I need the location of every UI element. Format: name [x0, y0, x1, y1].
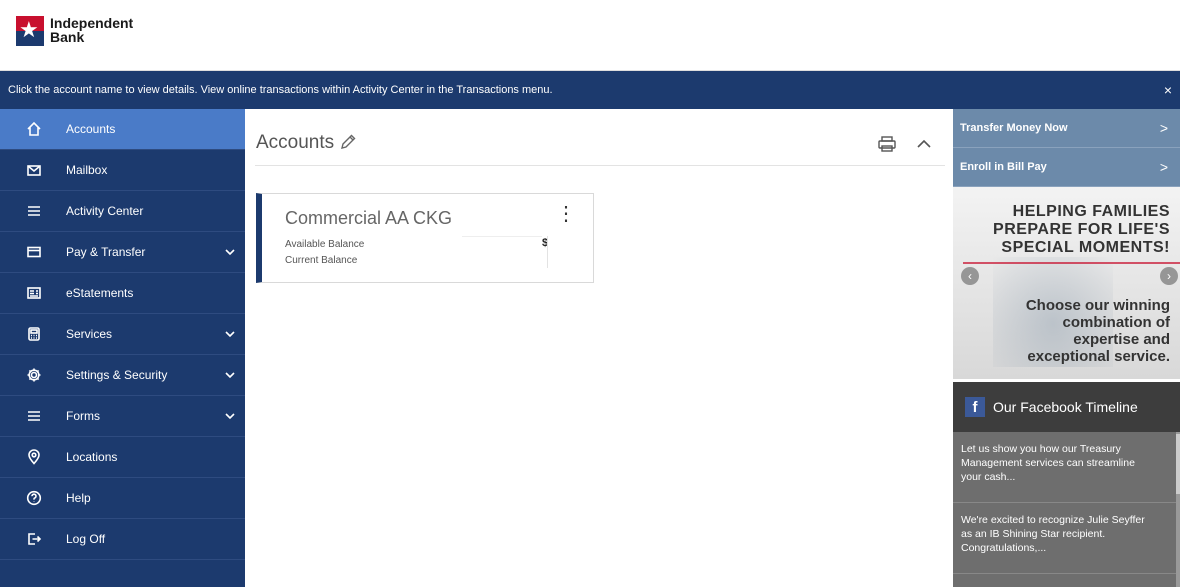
banner-text: Click the account name to view details. … — [8, 84, 553, 96]
sidebar-item-settings-security[interactable]: Settings & Security — [0, 355, 245, 396]
scrollbar[interactable] — [1176, 432, 1180, 587]
divider — [255, 165, 945, 166]
scrollbar-thumb[interactable] — [1176, 434, 1180, 494]
divider — [963, 262, 1180, 264]
list-icon — [24, 408, 44, 424]
card-icon — [24, 244, 44, 260]
right-panel: Transfer Money Now > Enroll in Bill Pay … — [953, 109, 1180, 587]
divider — [462, 236, 542, 237]
promo-line: exceptional service. — [1027, 348, 1170, 365]
sidebar-item-forms[interactable]: Forms — [0, 396, 245, 437]
facebook-post[interactable]: We're excited to recognize Julie Seyffer… — [953, 503, 1180, 574]
close-banner-icon[interactable]: × — [1164, 71, 1172, 109]
promo-line: expertise and — [1073, 331, 1170, 348]
chevron-up-icon[interactable] — [917, 137, 931, 155]
account-card: Commercial AA CKG ⋮ Available Balance Cu… — [256, 193, 594, 283]
carousel-prev-icon[interactable]: ‹ — [961, 267, 979, 285]
sidebar-item-log-off[interactable]: Log Off — [0, 519, 245, 560]
promo-carousel[interactable]: HELPING FAMILIES PREPARE FOR LIFE'S SPEC… — [953, 187, 1180, 379]
sidebar-item-label: Settings & Security — [66, 368, 168, 382]
promo-line: Choose our winning — [1025, 297, 1170, 314]
page-title: Accounts — [256, 132, 335, 153]
location-icon — [24, 449, 44, 465]
bank-logo[interactable]: ★ Independent Bank — [16, 16, 133, 46]
sidebar-item-estatements[interactable]: eStatements — [0, 273, 245, 314]
bank-name: Independent Bank — [50, 16, 133, 44]
quick-link-label: Enroll in Bill Pay — [960, 161, 1047, 173]
account-name-link[interactable]: Commercial AA CKG — [285, 208, 452, 229]
gear-icon — [24, 367, 44, 383]
chevron-down-icon — [225, 328, 235, 342]
home-icon — [24, 121, 44, 137]
facebook-icon: f — [965, 397, 985, 417]
sidebar-item-label: Services — [66, 327, 113, 341]
sidebar-item-label: Log Off — [66, 532, 106, 546]
sidebar-item-label: Help — [66, 491, 91, 505]
more-options-icon[interactable]: ⋮ — [556, 204, 576, 224]
promo-line: SPECIAL MOMENTS! — [1001, 239, 1170, 256]
current-balance-label: Current Balance — [285, 255, 358, 266]
sidebar: Accounts Mailbox Activity Center Pay & T… — [0, 109, 245, 587]
sidebar-item-label: Activity Center — [66, 204, 144, 218]
sidebar-item-label: Pay & Transfer — [66, 245, 146, 259]
bank-name-line1: Independent — [50, 15, 134, 31]
sidebar-item-services[interactable]: Services — [0, 314, 245, 355]
sidebar-item-pay-transfer[interactable]: Pay & Transfer — [0, 232, 245, 273]
quick-link-label: Transfer Money Now — [960, 122, 1068, 134]
chevron-right-icon: > — [1159, 159, 1168, 175]
edit-pencil-icon[interactable] — [339, 133, 357, 156]
divider — [547, 236, 548, 268]
menu-icon — [24, 203, 44, 219]
header: ★ Independent Bank — [0, 0, 1180, 71]
promo-headline: HELPING FAMILIES PREPARE FOR LIFE'S SPEC… — [993, 203, 1170, 257]
available-balance-label: Available Balance — [285, 239, 365, 250]
bank-name-line2: Bank — [50, 29, 85, 45]
calculator-icon — [24, 326, 44, 342]
sidebar-item-label: Mailbox — [66, 163, 108, 177]
promo-line: combination of — [1062, 314, 1171, 331]
sidebar-item-label: Forms — [66, 409, 100, 423]
promo-line: HELPING FAMILIES — [1012, 203, 1170, 220]
promo-subtext: Choose our winning combination of expert… — [1026, 297, 1170, 365]
chevron-down-icon — [225, 369, 235, 383]
sidebar-item-label: Locations — [66, 450, 118, 464]
facebook-post[interactable]: Let us show you how our Treasury Managem… — [953, 432, 1180, 503]
info-banner: Click the account name to view details. … — [0, 71, 1180, 109]
main-content: Accounts Commercial AA CKG ⋮ Available B… — [245, 109, 953, 587]
chevron-right-icon: > — [1159, 120, 1168, 136]
facebook-timeline-header: f Our Facebook Timeline — [953, 382, 1180, 432]
sidebar-item-mailbox[interactable]: Mailbox — [0, 150, 245, 191]
print-icon[interactable] — [878, 136, 896, 157]
star-logo-icon: ★ — [16, 16, 44, 46]
facebook-feed[interactable]: Let us show you how our Treasury Managem… — [953, 432, 1180, 587]
logout-icon — [24, 531, 44, 547]
sidebar-item-label: eStatements — [66, 286, 134, 300]
mail-icon — [24, 162, 44, 178]
transfer-money-now-button[interactable]: Transfer Money Now > — [953, 109, 1180, 148]
chevron-down-icon — [225, 410, 235, 424]
sidebar-item-help[interactable]: Help — [0, 478, 245, 519]
chevron-down-icon — [225, 246, 235, 260]
sidebar-item-accounts[interactable]: Accounts — [0, 109, 245, 150]
facebook-title: Our Facebook Timeline — [993, 399, 1138, 415]
promo-line: PREPARE FOR LIFE'S — [993, 221, 1170, 238]
sidebar-item-label: Accounts — [66, 122, 116, 136]
enroll-bill-pay-button[interactable]: Enroll in Bill Pay > — [953, 148, 1180, 187]
sidebar-item-locations[interactable]: Locations — [0, 437, 245, 478]
statement-icon — [24, 285, 44, 301]
help-icon — [24, 490, 44, 506]
sidebar-item-activity-center[interactable]: Activity Center — [0, 191, 245, 232]
carousel-next-icon[interactable]: › — [1160, 267, 1178, 285]
